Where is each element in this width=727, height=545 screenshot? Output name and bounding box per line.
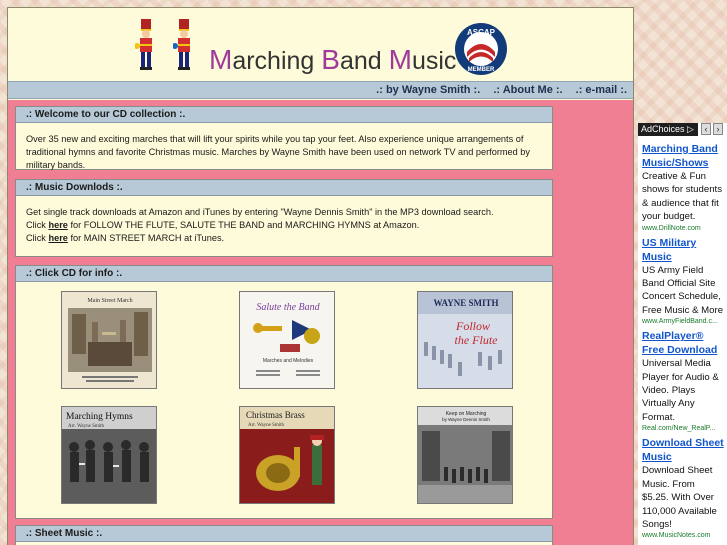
toy-soldier-icon bbox=[135, 19, 152, 70]
ad-text: Download Sheet Music. From $5.25. With O… bbox=[642, 465, 717, 530]
amazon-link[interactable]: here bbox=[48, 220, 67, 230]
ad-title-link[interactable]: Download Sheet Music bbox=[642, 436, 724, 464]
panel-title: .: Music Downlods :. bbox=[16, 180, 552, 196]
cd-keep-on-marching[interactable]: Keep on Marching by Wayne Dennis Smith bbox=[417, 406, 513, 504]
ad-url[interactable]: Real.com/New_RealP... bbox=[642, 424, 724, 434]
ad-text: Creative & Fun shows for students & audi… bbox=[642, 171, 722, 223]
cd-cover-image: WAYNE SMITH Follow the Flute bbox=[418, 292, 512, 388]
ad-url[interactable]: www.DrillNote.com bbox=[642, 224, 724, 234]
cd-follow-the-flute[interactable]: WAYNE SMITH Follow the Flute bbox=[417, 291, 513, 389]
nav-email-link[interactable]: .: e-mail :. bbox=[576, 84, 627, 96]
cd-subtitle: Arr. Wayne Smith bbox=[248, 423, 285, 428]
adchoices-label[interactable]: AdChoices ▷ bbox=[638, 123, 698, 136]
ad-url[interactable]: www.ArmyFieldBand.c... bbox=[642, 317, 724, 327]
cd-subtitle: Follow bbox=[455, 319, 490, 333]
ad-item: US Military Music US Army Field Band Off… bbox=[642, 236, 724, 328]
ad-sidebar: AdChoices ▷ ‹ › Marching Band Music/Show… bbox=[638, 123, 727, 545]
cd-subtitle: by Wayne Dennis Smith bbox=[442, 417, 490, 422]
toy-soldier-icon bbox=[173, 19, 190, 70]
itunes-link[interactable]: here bbox=[48, 233, 67, 243]
cd-main-street-march[interactable]: Main Street March bbox=[61, 291, 157, 389]
downloads-line3: Click here for MAIN STREET MARCH at iTun… bbox=[26, 233, 225, 243]
main-container: Marching Band Music ASCAP MEMBER .: by W… bbox=[7, 7, 634, 545]
cd-title: Salute the Band bbox=[256, 302, 320, 313]
panel-title: .: Sheet Music :. bbox=[16, 526, 552, 542]
downloads-line2: Click here for FOLLOW THE FLUTE, SALUTE … bbox=[26, 220, 420, 230]
cd-salute-the-band[interactable]: Salute the Band Marches and Melodies bbox=[239, 291, 335, 389]
ad-title-link[interactable]: RealPlayer® Free Download bbox=[642, 329, 724, 357]
ad-url[interactable]: www.MusicNotes.com bbox=[642, 531, 724, 541]
cd-title: Christmas Brass bbox=[246, 410, 305, 420]
downloads-line1: Get single track downloads at Amazon and… bbox=[26, 207, 494, 217]
ad-title-link[interactable]: Marching Band Music/Shows bbox=[642, 142, 724, 170]
welcome-text: Over 35 new and exciting marches that wi… bbox=[26, 134, 531, 170]
ascap-member-badge: ASCAP MEMBER bbox=[455, 23, 507, 75]
cd-cover-image: Salute the Band Marches and Melodies bbox=[240, 292, 334, 388]
cd-christmas-brass[interactable]: Christmas Brass Arr. Wayne Smith bbox=[239, 406, 335, 504]
cd-marching-hymns[interactable]: Marching Hymns Arr. Wayne Smith bbox=[61, 406, 157, 504]
header: Marching Band Music ASCAP MEMBER bbox=[8, 8, 633, 81]
downloads-panel: .: Music Downlods :. Get single track do… bbox=[15, 179, 553, 257]
sheet-music-panel: .: Sheet Music :. bbox=[15, 525, 553, 545]
chevron-left-icon[interactable]: ‹ bbox=[701, 123, 711, 135]
cd-subtitle: Marches and Melodies bbox=[263, 358, 314, 364]
cd-cover-image: Christmas Brass Arr. Wayne Smith bbox=[240, 407, 334, 503]
content-area: .: Welcome to our CD collection :. Over … bbox=[8, 100, 633, 545]
cd-cover-image: Main Street March bbox=[62, 292, 156, 388]
panel-title: .: Click CD for info :. bbox=[16, 266, 552, 282]
ad-text: US Army Field Band Official Site Concert… bbox=[642, 264, 724, 316]
ad-list: Marching Band Music/Shows Creative & Fun… bbox=[642, 142, 724, 543]
byline: .: by Wayne Smith :. bbox=[376, 84, 481, 96]
cd-title: Marching Hymns bbox=[66, 412, 133, 422]
chevron-right-icon[interactable]: › bbox=[713, 123, 723, 135]
cd-cover-image: Keep on Marching by Wayne Dennis Smith bbox=[418, 407, 512, 503]
badge-top-text: ASCAP bbox=[467, 28, 496, 37]
downloads-text: Get single track downloads at Amazon and… bbox=[16, 196, 552, 255]
cd-title: Main Street March bbox=[87, 298, 132, 304]
welcome-panel: .: Welcome to our CD collection :. Over … bbox=[15, 106, 553, 170]
nav-about-link[interactable]: .: About Me :. bbox=[493, 84, 562, 96]
cd-cover-image: Marching Hymns Arr. Wayne Smith bbox=[62, 407, 156, 503]
ad-text: Universal Media Player for Audio & Video… bbox=[642, 358, 719, 423]
badge-bottom-text: MEMBER bbox=[468, 67, 495, 73]
cd-subtitle: the Flute bbox=[455, 333, 499, 347]
panel-title: .: Welcome to our CD collection :. bbox=[16, 107, 552, 123]
site-title: Marching Band Music bbox=[209, 44, 457, 75]
ad-item: Download Sheet Music Download Sheet Musi… bbox=[642, 436, 724, 541]
cd-title: WAYNE SMITH bbox=[434, 298, 499, 308]
ad-item: RealPlayer® Free Download Universal Medi… bbox=[642, 329, 724, 434]
cd-subtitle: Arr. Wayne Smith bbox=[68, 424, 105, 429]
ad-item: Marching Band Music/Shows Creative & Fun… bbox=[642, 142, 724, 234]
ad-title-link[interactable]: US Military Music bbox=[642, 236, 724, 264]
nav-bar: .: by Wayne Smith :. .: About Me :. .: e… bbox=[8, 81, 633, 99]
cd-panel: .: Click CD for info :. Main Street Marc… bbox=[15, 265, 553, 519]
